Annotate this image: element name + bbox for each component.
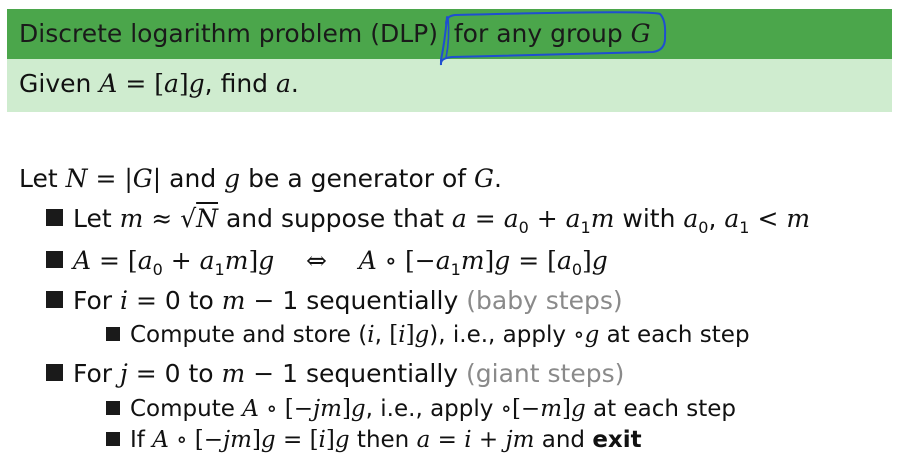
- bullet-giant-steps: For j = 0 to m − 1 sequentially (giant s…: [46, 359, 624, 388]
- bullet-equivalence: A = [a0 + a1m]g ⇔ A ∘ [−a1m]g = [a0]g: [46, 246, 608, 279]
- bullet-square-icon: [46, 209, 63, 226]
- bullet-square-icon: [106, 327, 120, 341]
- bullet-square-icon: [46, 364, 63, 381]
- bullet-sqrt: Let m ≈ √N and suppose that a = a0 + a1m…: [46, 204, 810, 237]
- block-body: Given A = [a]g, find a.: [7, 59, 892, 112]
- bullet-square-icon: [106, 432, 120, 446]
- bullet-square-icon: [46, 251, 63, 268]
- given-statement: Given A = [a]g, find a.: [19, 69, 299, 98]
- exit-keyword: exit: [592, 427, 642, 453]
- bullet-baby-steps: For i = 0 to m − 1 sequentially (baby st…: [46, 286, 623, 315]
- sub-bullet-compute-giant: Compute A ∘ [−jm]g, i.e., apply ∘[−m]g a…: [106, 396, 736, 422]
- title-annotated-text: for any group G: [445, 19, 651, 48]
- giant-steps-label: (giant steps): [466, 359, 625, 388]
- sub-bullet-collision: If A ∘ [−jm]g = [i]g then a = i + jm and…: [106, 427, 642, 453]
- baby-steps-label: (baby steps): [466, 286, 623, 315]
- block-header: Discrete logarithm problem (DLP) for any…: [7, 9, 892, 59]
- bullet-square-icon: [106, 401, 120, 415]
- title-text: Discrete logarithm problem (DLP): [19, 19, 438, 48]
- block-title: Discrete logarithm problem (DLP) for any…: [19, 19, 651, 48]
- intro-line: Let N = |G| and g be a generator of G.: [19, 164, 502, 193]
- sub-bullet-compute-store: Compute and store (i, [i]g), i.e., apply…: [106, 322, 750, 348]
- bullet-square-icon: [46, 291, 63, 308]
